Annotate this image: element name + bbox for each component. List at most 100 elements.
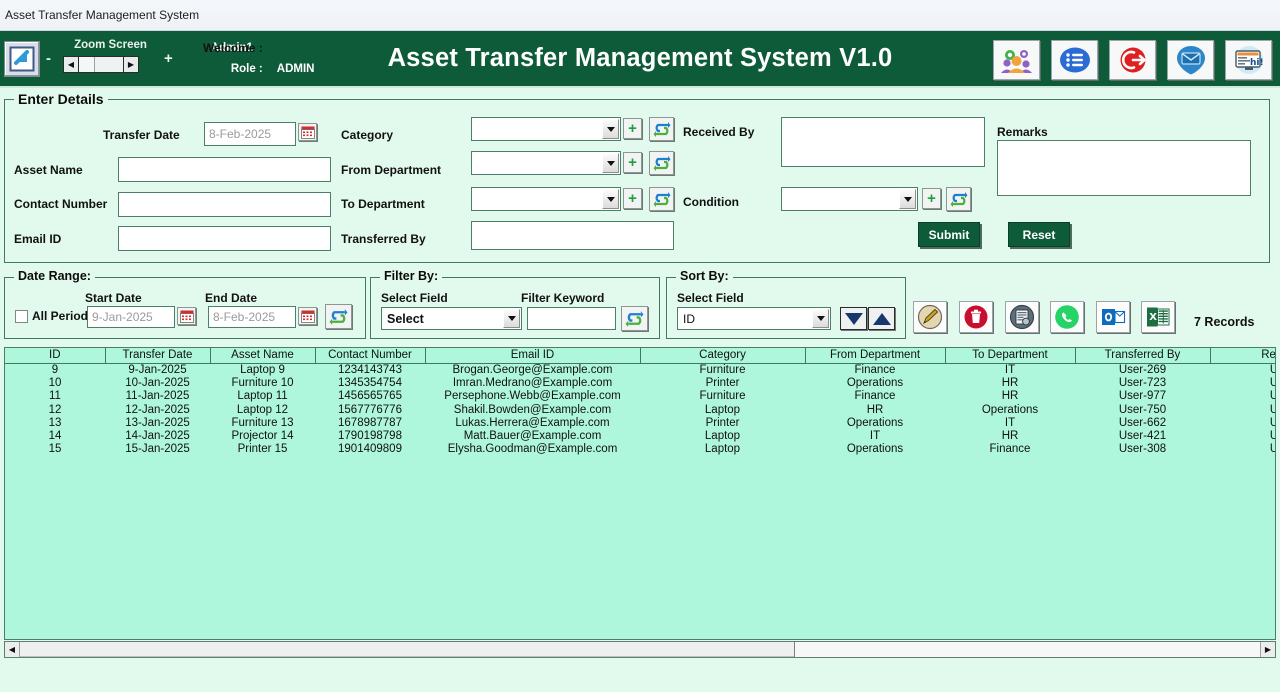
sort-ascending-button[interactable] [868,307,895,330]
from-department-refresh-button[interactable] [649,151,674,175]
from-department-label: From Department [341,163,442,177]
table-cell: Projector 14 [231,430,294,443]
table-cell: Laptop [704,430,741,443]
to-department-select[interactable] [471,187,621,211]
table-row[interactable]: 13 13-Jan-2025 Furniture 13 1678987787 Lukas… [5,416,1275,429]
excel-export-button[interactable]: X [1141,301,1175,333]
date-range-refresh-button[interactable] [325,304,352,329]
chevron-down-icon[interactable] [503,309,520,328]
asset-name-label: Asset Name [14,163,83,177]
table-cell: User-523 [1210,390,1275,403]
filter-refresh-button[interactable] [621,306,648,331]
contact-number-label: Contact Number [14,197,108,211]
table-row[interactable]: 12 12-Jan-2025 Laptop 12 1567776776 Shakil.B… [5,403,1275,416]
chevron-down-icon[interactable] [602,153,619,173]
column-header-category[interactable]: Category [640,348,806,364]
from-department-select[interactable] [471,151,621,175]
sort-select-field-select[interactable]: ID [677,307,831,330]
help-monitor-glyph: hi! [1234,46,1263,74]
app-logo-button[interactable] [4,40,40,77]
transfer-date-input[interactable] [204,122,296,146]
column-header-to-department[interactable]: To Department [945,348,1076,364]
help-monitor-icon[interactable]: hi! [1225,40,1272,80]
table-cell: 14 [48,430,62,443]
column-header-transfer-date[interactable]: Transfer Date [105,348,211,364]
column-header-email-id[interactable]: Email ID [425,348,641,364]
column-header-received-by[interactable]: Received By [1210,348,1275,364]
table-row[interactable]: 9 9-Jan-2025 Laptop 9 1234143743 Brogan.Geor… [5,363,1275,376]
transfer-date-calendar-icon[interactable] [298,123,317,141]
start-date-input[interactable] [87,306,175,328]
delete-record-button[interactable] [959,301,993,333]
table-header-row: ID Transfer Date Asset Name Contact Number E… [5,348,1275,364]
column-header-asset-name[interactable]: Asset Name [210,348,316,364]
window-title: Asset Transfer Management System [5,8,200,22]
sort-descending-button[interactable] [840,307,867,330]
category-select[interactable] [471,117,621,141]
condition-refresh-button[interactable] [946,187,971,211]
reset-button[interactable]: Reset [1008,222,1070,247]
filter-keyword-input[interactable] [527,307,616,330]
plus-icon: + [927,190,936,207]
column-header-from-department[interactable]: From Department [805,348,946,364]
end-date-calendar-icon[interactable] [298,307,317,325]
grid-horizontal-scrollbar[interactable]: ◀ ▶ [4,641,1276,658]
chevron-down-icon[interactable] [602,119,619,139]
welcome-label: Welcome : [202,40,263,55]
to-department-label: To Department [341,197,425,211]
table-cell: Furniture [699,363,746,376]
edit-record-button[interactable] [913,301,947,333]
records-grid[interactable]: ID Transfer Date Asset Name Contact Number E… [4,347,1276,640]
whatsapp-share-button[interactable] [1050,301,1084,333]
mail-location-icon[interactable] [1167,40,1214,80]
category-refresh-button[interactable] [649,117,674,141]
zoom-scroll-right-icon[interactable]: ▶ [123,56,138,72]
table-cell: User-308 [1118,443,1167,456]
scroll-track[interactable] [795,642,1260,657]
column-header-id[interactable]: ID [5,348,106,364]
zoom-decrease-button[interactable]: - [46,50,51,67]
zoom-screen-scrollbar[interactable]: ◀ ▶ [63,55,139,73]
chevron-down-icon[interactable] [899,189,916,209]
submit-button[interactable]: Submit [918,222,980,247]
table-row[interactable]: 15 15-Jan-2025 Printer 15 1901409809 Elysha.… [5,443,1275,456]
remarks-input[interactable] [997,140,1251,196]
zoom-scroll-track[interactable] [95,56,123,72]
zoom-increase-button[interactable]: + [164,50,173,67]
from-department-add-button[interactable]: + [623,152,642,173]
scroll-left-icon[interactable]: ◀ [5,642,20,657]
received-by-input[interactable] [781,117,985,167]
user-management-icon[interactable] [993,40,1040,80]
category-add-button[interactable]: + [623,118,642,139]
all-period-checkbox[interactable] [15,310,28,323]
outlook-email-button[interactable] [1096,301,1130,333]
table-cell: HR [1001,376,1019,389]
table-row[interactable]: 10 10-Jan-2025 Furniture 10 1345354754 Imran… [5,376,1275,389]
start-date-calendar-icon[interactable] [177,307,196,325]
to-department-add-button[interactable]: + [623,188,642,209]
contact-number-input[interactable] [118,192,331,217]
scroll-right-icon[interactable]: ▶ [1260,642,1275,657]
scroll-thumb[interactable] [20,642,795,657]
to-department-refresh-button[interactable] [649,187,674,211]
zoom-scroll-left-icon[interactable]: ◀ [64,56,79,72]
filter-select-field-select[interactable]: Select [381,307,522,330]
table-row[interactable]: 14 14-Jan-2025 Projector 14 1790198798 Matt.… [5,429,1275,443]
asset-name-input[interactable] [118,157,331,182]
chevron-down-icon[interactable] [812,309,829,328]
condition-select[interactable] [781,187,918,211]
zoom-scroll-thumb[interactable] [79,56,95,72]
table-row[interactable]: 11 11-Jan-2025 Laptop 11 1456565765 Persepho… [5,390,1275,403]
table-cell: User-556 [1210,429,1275,442]
chevron-down-icon[interactable] [602,189,619,209]
report-button[interactable] [1005,301,1039,333]
email-id-input[interactable] [118,226,331,251]
transferred-by-input[interactable] [471,221,674,250]
list-menu-icon[interactable] [1051,40,1098,80]
column-header-transferred-by[interactable]: Transferred By [1075,348,1211,364]
column-header-contact-number[interactable]: Contact Number [315,348,426,364]
end-date-input[interactable] [208,306,296,328]
logout-icon[interactable] [1109,40,1156,80]
table-cell: IT [1004,416,1016,429]
condition-add-button[interactable]: + [922,188,941,209]
